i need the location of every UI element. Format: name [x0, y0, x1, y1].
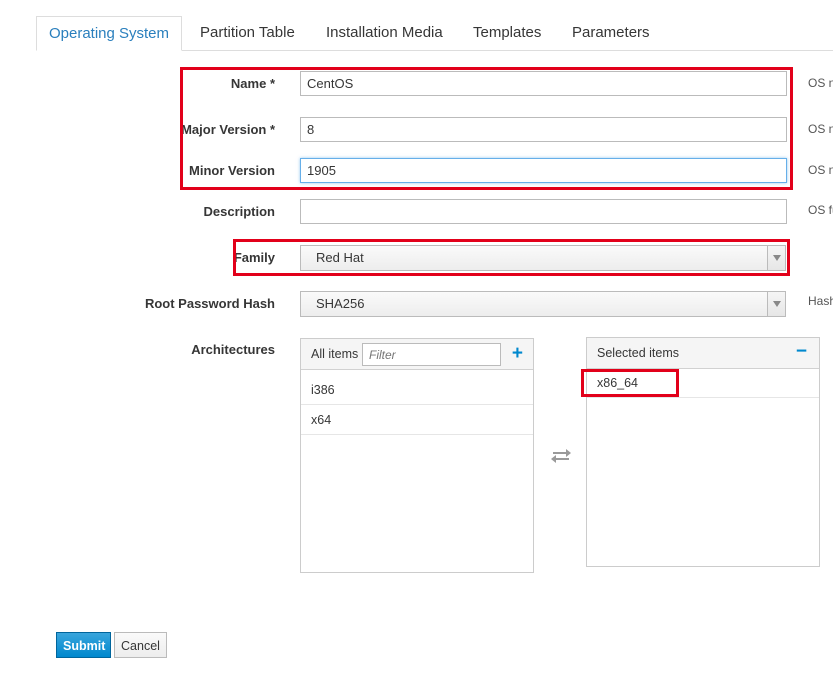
cancel-button[interactable]: Cancel: [114, 632, 167, 658]
tab-partition-table[interactable]: Partition Table: [200, 16, 295, 50]
selected-items-header: Selected items −: [587, 338, 819, 369]
name-label: Name *: [230, 76, 275, 91]
tab-installation-media[interactable]: Installation Media: [326, 16, 443, 50]
tab-templates[interactable]: Templates: [473, 16, 541, 50]
available-items-header: All items +: [301, 339, 533, 370]
family-label: Family: [233, 250, 275, 265]
remove-all-icon[interactable]: −: [796, 341, 807, 363]
root-password-hash-select[interactable]: SHA256: [300, 291, 786, 317]
minor-version-help: OS n: [808, 163, 833, 177]
description-input[interactable]: [300, 199, 787, 224]
tab-operating-system[interactable]: Operating System: [36, 16, 182, 51]
description-label: Description: [203, 204, 275, 219]
minor-version-label: Minor Version: [189, 163, 275, 178]
root-password-hash-value: SHA256: [316, 296, 365, 311]
selected-item-x86-64[interactable]: x86_64: [587, 368, 819, 398]
selected-items-title: Selected items: [597, 346, 679, 360]
submit-button[interactable]: Submit: [56, 632, 111, 658]
major-version-help: OS n: [808, 122, 833, 136]
architectures-label: Architectures: [191, 342, 275, 357]
tab-parameters[interactable]: Parameters: [572, 16, 650, 50]
all-items-title: All items: [311, 347, 359, 361]
chevron-down-icon: [767, 246, 785, 270]
name-input[interactable]: [300, 71, 787, 96]
family-select[interactable]: Red Hat: [300, 245, 786, 271]
transfer-arrows-icon: [551, 449, 571, 463]
selected-items-panel: Selected items − x86_64: [586, 337, 820, 567]
description-help: OS fu: [808, 203, 833, 217]
add-all-icon[interactable]: +: [512, 343, 523, 365]
name-help: OS n: [808, 76, 833, 90]
root-password-hash-help: Hash: [808, 294, 833, 308]
major-version-input[interactable]: [300, 117, 787, 142]
root-password-hash-label: Root Password Hash: [144, 296, 275, 311]
minor-version-input[interactable]: [300, 158, 787, 183]
filter-input[interactable]: [362, 343, 501, 366]
available-item-x64[interactable]: x64: [301, 405, 533, 435]
family-select-value: Red Hat: [316, 250, 364, 265]
available-items-panel: All items + i386 x64: [300, 338, 534, 573]
major-version-label: Major Version *: [181, 122, 275, 137]
chevron-down-icon: [767, 292, 785, 316]
tab-bar: Operating System Partition Table Install…: [0, 0, 833, 51]
available-item-i386[interactable]: i386: [301, 375, 533, 405]
